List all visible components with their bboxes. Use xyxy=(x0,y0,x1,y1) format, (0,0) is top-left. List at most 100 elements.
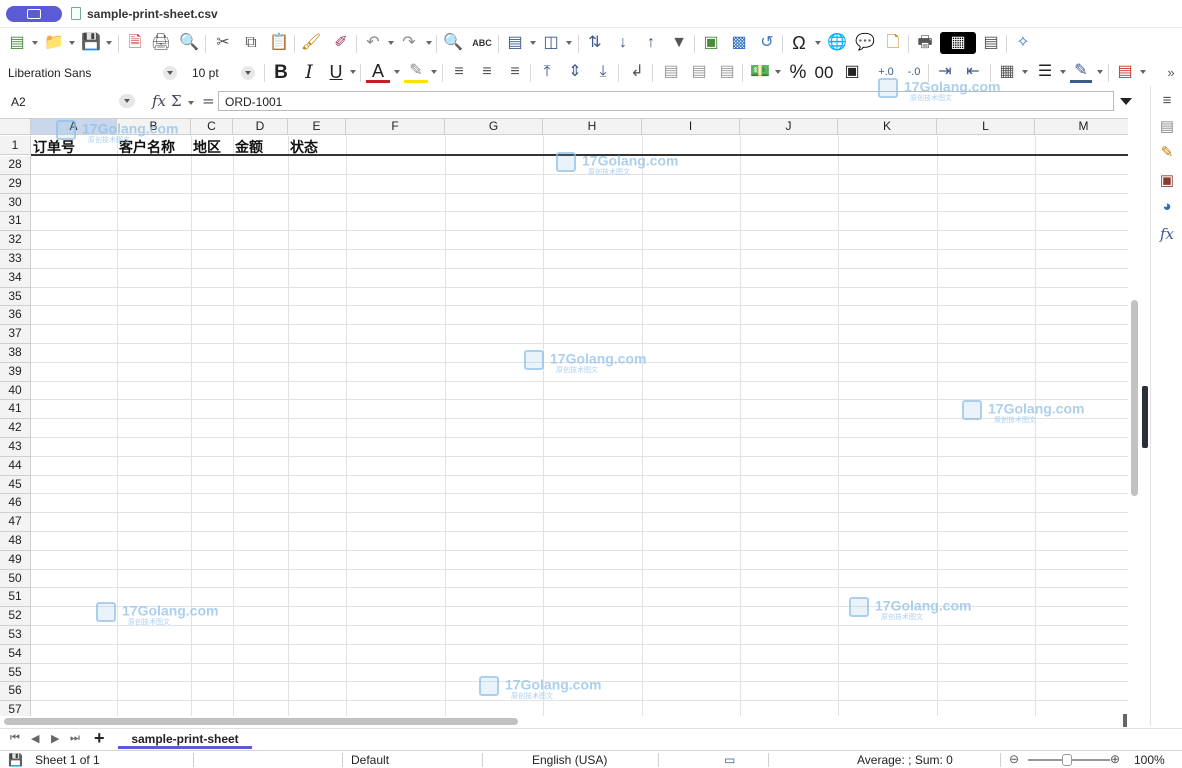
delete-decimal-icon[interactable]: -.0 xyxy=(902,61,926,83)
sum-icon[interactable]: Σ xyxy=(171,92,182,110)
row-header[interactable]: 41 xyxy=(0,400,31,420)
sort-descending-icon[interactable]: ↑ xyxy=(640,32,662,54)
find-replace-icon[interactable]: 🔍 xyxy=(442,32,464,54)
comment-icon[interactable]: 💬 xyxy=(854,32,876,54)
formula-input[interactable]: ORD-1001 xyxy=(218,91,1114,111)
redo-dropdown[interactable] xyxy=(426,41,432,45)
properties-icon[interactable]: ▤ xyxy=(1157,116,1177,136)
cut-icon[interactable]: ✂ xyxy=(212,32,234,54)
underline-dropdown[interactable] xyxy=(350,70,356,74)
hyperlink-icon[interactable]: 🌐 xyxy=(826,32,848,54)
add-decimal-icon[interactable]: +.0 xyxy=(874,61,898,83)
underline-icon[interactable]: U xyxy=(324,61,348,83)
copy-icon[interactable]: ⧉ xyxy=(240,32,262,54)
gallery-icon[interactable]: ▣ xyxy=(1157,170,1177,190)
first-sheet-icon[interactable]: ⏮ xyxy=(10,732,20,745)
freeze-rows-columns-icon[interactable]: ▦ xyxy=(940,32,976,54)
sidebar-menu-icon[interactable]: ≡ xyxy=(1157,90,1177,110)
horizontal-scroll-thumb[interactable] xyxy=(4,718,518,725)
row-header[interactable]: 31 xyxy=(0,212,31,232)
row-header-1[interactable]: 1 xyxy=(0,136,31,155)
zoom-out-icon[interactable]: ⊖ xyxy=(1009,752,1019,766)
column-header-c[interactable]: C xyxy=(191,119,233,135)
column-header-e[interactable]: E xyxy=(288,119,346,135)
row-header[interactable]: 47 xyxy=(0,513,31,532)
font-color-dropdown[interactable] xyxy=(394,70,400,74)
date-format-icon[interactable]: ▣ xyxy=(840,61,864,83)
spreadsheet-grid[interactable]: A B C D E F G H I J K L M 1 订单号 客户名称 地区 … xyxy=(0,118,1128,716)
border-color-dropdown[interactable] xyxy=(1097,70,1103,74)
number-format-icon[interactable]: 00 xyxy=(812,61,836,83)
row-dropdown[interactable] xyxy=(530,41,536,45)
next-sheet-icon[interactable]: ▶ xyxy=(51,732,59,745)
clear-formatting-icon[interactable]: ✐ xyxy=(330,32,352,54)
split-window-icon[interactable]: ▤ xyxy=(980,32,1002,54)
row-header[interactable]: 43 xyxy=(0,438,31,457)
navigator-icon[interactable]: ◕ xyxy=(1157,196,1177,216)
row-header[interactable]: 49 xyxy=(0,550,31,570)
print-preview-icon[interactable]: 🔍 xyxy=(178,32,200,54)
document-modified-icon[interactable]: 💾 xyxy=(8,753,23,767)
cell-e1[interactable]: 状态 xyxy=(288,136,346,156)
zoom-slider-knob[interactable] xyxy=(1062,754,1072,766)
highlight-color-icon[interactable]: ✎ xyxy=(404,61,428,83)
column-dropdown[interactable] xyxy=(566,41,572,45)
row-header[interactable]: 35 xyxy=(0,287,31,307)
decrease-indent-icon[interactable]: ⇤ xyxy=(962,61,984,83)
row-header[interactable]: 38 xyxy=(0,344,31,363)
font-size-dropdown-icon[interactable] xyxy=(241,66,255,80)
column-header-b[interactable]: B xyxy=(117,119,191,135)
row-header[interactable]: 55 xyxy=(0,663,31,683)
name-box-dropdown-icon[interactable] xyxy=(119,94,135,108)
column-header-k[interactable]: K xyxy=(838,119,937,135)
cell-d1[interactable]: 金额 xyxy=(233,136,288,156)
cell-a1[interactable]: 订单号 xyxy=(31,136,117,156)
row-header[interactable]: 53 xyxy=(0,626,31,645)
special-character-icon[interactable]: Ω xyxy=(788,32,810,54)
row-header[interactable]: 52 xyxy=(0,607,31,626)
align-bottom-icon[interactable]: ⤓ xyxy=(592,61,614,83)
column-header-j[interactable]: J xyxy=(740,119,838,135)
paste-icon[interactable]: 📋 xyxy=(268,32,290,54)
row-header[interactable]: 46 xyxy=(0,494,31,514)
select-all-corner[interactable] xyxy=(0,119,31,135)
more-options-icon[interactable]: » xyxy=(1164,61,1178,83)
row-header[interactable]: 33 xyxy=(0,250,31,269)
cell-c1[interactable]: 地区 xyxy=(191,136,233,156)
row-header[interactable]: 32 xyxy=(0,231,31,250)
undo-dropdown[interactable] xyxy=(388,41,394,45)
font-color-icon[interactable]: A xyxy=(366,61,390,83)
sort-ascending-icon[interactable]: ↓ xyxy=(612,32,634,54)
merge-cells-icon[interactable]: ▤ xyxy=(688,61,710,83)
new-dropdown[interactable] xyxy=(32,41,38,45)
merge-center-icon[interactable]: ▤ xyxy=(660,61,682,83)
column-header-i[interactable]: I xyxy=(642,119,740,135)
page-style[interactable]: Default xyxy=(351,753,389,767)
add-sheet-button[interactable]: + xyxy=(94,728,105,749)
italic-icon[interactable]: I xyxy=(298,61,320,83)
font-name-box[interactable]: Liberation Sans xyxy=(4,64,180,82)
row-header[interactable]: 30 xyxy=(0,193,31,213)
borders-dropdown[interactable] xyxy=(1022,70,1028,74)
align-center-icon[interactable]: ≡ xyxy=(476,61,498,83)
row-header[interactable]: 29 xyxy=(0,174,31,194)
last-sheet-icon[interactable]: ⏭ xyxy=(70,732,80,745)
wrap-text-icon[interactable]: ↲ xyxy=(626,61,648,83)
column-icon[interactable]: ◫ xyxy=(540,32,562,54)
border-style-icon[interactable]: ☰ xyxy=(1034,61,1056,83)
sort-icon[interactable]: ⇅ xyxy=(584,32,606,54)
cell-b1[interactable]: 客户名称 xyxy=(117,136,191,156)
clone-formatting-icon[interactable]: 🖌 xyxy=(300,32,322,54)
align-left-icon[interactable]: ≡ xyxy=(448,61,470,83)
horizontal-scroll-divider[interactable] xyxy=(1123,714,1127,727)
column-header-h[interactable]: H xyxy=(543,119,642,135)
sum-dropdown[interactable] xyxy=(188,101,194,105)
increase-indent-icon[interactable]: ⇥ xyxy=(934,61,956,83)
row-header[interactable]: 50 xyxy=(0,569,31,589)
column-header-a[interactable]: A xyxy=(31,119,117,135)
currency-dropdown[interactable] xyxy=(775,70,781,74)
borders-icon[interactable]: ▦ xyxy=(996,61,1018,83)
row-header[interactable]: 40 xyxy=(0,381,31,401)
column-header-d[interactable]: D xyxy=(233,119,288,135)
row-header[interactable]: 44 xyxy=(0,456,31,476)
